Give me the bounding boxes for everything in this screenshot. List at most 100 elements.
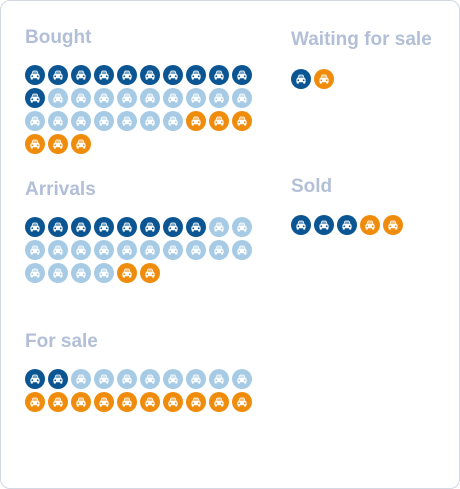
- car-icon-orange: [25, 392, 45, 412]
- car-icon-light-blue: [48, 88, 68, 108]
- car-icon-light-blue: [232, 88, 252, 108]
- car-icon-orange: [25, 134, 45, 154]
- car-icon-light-blue: [48, 111, 68, 131]
- car-icon-dark-blue: [163, 217, 183, 237]
- car-icon-dark-blue: [25, 217, 45, 237]
- group-waiting-for-sale: Waiting for sale: [291, 25, 441, 89]
- car-icon-light-blue: [186, 369, 206, 389]
- car-icon-orange: [314, 69, 334, 89]
- car-icon-light-blue: [25, 240, 45, 260]
- group-title-bought: Bought: [25, 27, 92, 48]
- group-title-sold: Sold: [291, 176, 333, 197]
- group-bought: Bought: [25, 23, 252, 154]
- group-arrivals: Arrivals: [25, 175, 252, 283]
- car-icon-orange: [140, 263, 160, 283]
- car-icon-light-blue: [163, 240, 183, 260]
- car-icon-dark-blue: [48, 369, 68, 389]
- car-icon-light-blue: [94, 240, 114, 260]
- car-icon-light-blue: [232, 217, 252, 237]
- group-title-waiting-for-sale: Waiting for sale: [291, 29, 432, 50]
- car-icon-dark-blue: [186, 65, 206, 85]
- car-icon-dark-blue: [314, 215, 334, 235]
- car-icon-light-blue: [232, 369, 252, 389]
- car-icon-orange: [71, 134, 91, 154]
- group-for-sale: For sale: [25, 327, 252, 412]
- car-icon-light-blue: [186, 88, 206, 108]
- car-icon-dark-blue: [337, 215, 357, 235]
- car-icon-orange: [117, 263, 137, 283]
- car-icon-light-blue: [71, 88, 91, 108]
- car-icon-orange: [48, 392, 68, 412]
- icon-grid-bought: [25, 65, 252, 154]
- car-icon-light-blue: [71, 369, 91, 389]
- car-icon-dark-blue: [25, 65, 45, 85]
- car-icon-orange: [209, 111, 229, 131]
- car-icon-light-blue: [140, 88, 160, 108]
- car-icon-light-blue: [186, 240, 206, 260]
- car-icon-dark-blue: [48, 65, 68, 85]
- car-icon-light-blue: [209, 369, 229, 389]
- car-icon-dark-blue: [117, 65, 137, 85]
- car-icon-light-blue: [140, 240, 160, 260]
- car-icon-light-blue: [94, 263, 114, 283]
- car-icon-dark-blue: [291, 69, 311, 89]
- car-icon-dark-blue: [209, 65, 229, 85]
- car-icon-light-blue: [232, 240, 252, 260]
- car-icon-light-blue: [94, 111, 114, 131]
- car-icon-dark-blue: [232, 65, 252, 85]
- car-icon-light-blue: [71, 111, 91, 131]
- car-icon-light-blue: [140, 369, 160, 389]
- car-icon-orange: [232, 111, 252, 131]
- car-icon-dark-blue: [163, 65, 183, 85]
- car-icon-orange: [186, 392, 206, 412]
- car-icon-light-blue: [48, 240, 68, 260]
- car-icon-light-blue: [209, 240, 229, 260]
- car-icon-light-blue: [163, 88, 183, 108]
- car-icon-dark-blue: [71, 217, 91, 237]
- car-icon-orange: [163, 392, 183, 412]
- car-icon-orange: [117, 392, 137, 412]
- car-icon-dark-blue: [140, 65, 160, 85]
- car-icon-dark-blue: [140, 217, 160, 237]
- car-icon-dark-blue: [117, 217, 137, 237]
- car-icon-light-blue: [163, 369, 183, 389]
- car-icon-light-blue: [117, 88, 137, 108]
- car-icon-orange: [232, 392, 252, 412]
- icon-grid-arrivals: [25, 217, 252, 283]
- car-icon-orange: [209, 392, 229, 412]
- car-icon-light-blue: [94, 369, 114, 389]
- icon-grid-waiting-for-sale: [291, 69, 441, 89]
- car-icon-light-blue: [71, 240, 91, 260]
- car-icon-light-blue: [25, 111, 45, 131]
- car-icon-light-blue: [163, 111, 183, 131]
- icon-grid-for-sale: [25, 369, 252, 412]
- car-icon-dark-blue: [186, 217, 206, 237]
- car-icon-dark-blue: [25, 88, 45, 108]
- car-icon-dark-blue: [94, 65, 114, 85]
- car-icon-light-blue: [48, 263, 68, 283]
- car-icon-dark-blue: [48, 217, 68, 237]
- car-icon-light-blue: [94, 88, 114, 108]
- car-icon-light-blue: [117, 369, 137, 389]
- group-title-arrivals: Arrivals: [25, 179, 96, 200]
- car-icon-dark-blue: [71, 65, 91, 85]
- dashboard-card: Bought Waiting for sale Arrivals Sold Fo…: [0, 0, 460, 489]
- icon-grid-sold: [291, 215, 460, 235]
- car-icon-light-blue: [209, 88, 229, 108]
- car-icon-orange: [186, 111, 206, 131]
- car-icon-orange: [48, 134, 68, 154]
- car-icon-dark-blue: [291, 215, 311, 235]
- car-icon-dark-blue: [94, 217, 114, 237]
- car-icon-orange: [383, 215, 403, 235]
- car-icon-orange: [71, 392, 91, 412]
- car-icon-dark-blue: [25, 369, 45, 389]
- car-icon-orange: [94, 392, 114, 412]
- car-icon-orange: [360, 215, 380, 235]
- car-icon-light-blue: [71, 263, 91, 283]
- car-icon-light-blue: [117, 240, 137, 260]
- car-icon-light-blue: [117, 111, 137, 131]
- car-icon-light-blue: [209, 217, 229, 237]
- car-icon-orange: [140, 392, 160, 412]
- car-icon-light-blue: [25, 263, 45, 283]
- car-icon-light-blue: [140, 111, 160, 131]
